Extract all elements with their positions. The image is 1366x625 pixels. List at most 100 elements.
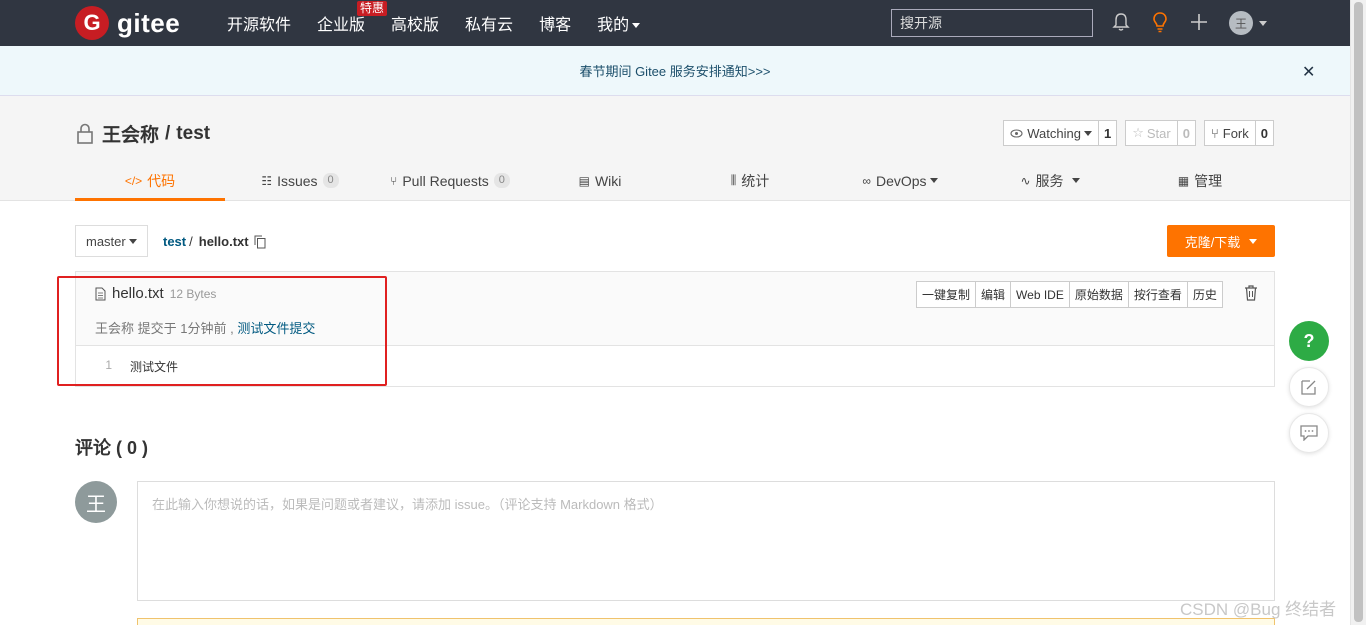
repo-header: 王会称 / test Watching 1 ☆ Star 0 ⑂ Fork 0 </…	[0, 96, 1350, 201]
commit-message-link[interactable]: 测试文件提交	[237, 321, 315, 336]
pull-request-icon: ⑂	[390, 173, 398, 188]
file-viewer: hello.txt 12 Bytes 王会称 提交于 1分钟前 , 测试文件提交…	[75, 271, 1275, 387]
web-ide-button[interactable]: Web IDE	[1011, 282, 1070, 307]
chat-button[interactable]	[1289, 413, 1329, 453]
breadcrumb: test / hello.txt	[163, 234, 266, 249]
feedback-button[interactable]	[1289, 367, 1329, 407]
watermark: CSDN @Bug 终结者	[1180, 600, 1337, 619]
blame-button[interactable]: 按行查看	[1129, 282, 1188, 307]
pulse-icon: ∿	[1020, 173, 1031, 188]
star-count[interactable]: 0	[1178, 121, 1195, 145]
tab-label: Issues	[277, 172, 318, 189]
tab-label: 统计	[741, 172, 770, 189]
fork-text: Fork	[1222, 125, 1249, 141]
star-icon: ☆	[1132, 125, 1144, 140]
nav-education[interactable]: 高校版	[391, 11, 439, 35]
commit-author-time: 王会称 提交于 1分钟前 ,	[95, 321, 234, 336]
file-toolbar: 一键复制 编辑 Web IDE 原始数据 按行查看 历史	[916, 281, 1223, 308]
notice-link[interactable]: 春节期间 Gitee 服务安排通知>>>	[579, 61, 770, 80]
breadcrumb-repo[interactable]: test	[163, 234, 186, 249]
tab-services[interactable]: ∿ 服务	[975, 160, 1125, 201]
chevron-down-icon	[128, 238, 137, 244]
nav-enterprise[interactable]: 企业版 特惠	[317, 1, 388, 35]
file-header: hello.txt 12 Bytes 王会称 提交于 1分钟前 , 测试文件提交…	[76, 272, 1274, 346]
nav-private-cloud[interactable]: 私有云	[465, 11, 513, 35]
tab-label: Wiki	[594, 172, 622, 189]
fork-label: ⑂ Fork	[1205, 121, 1256, 145]
raw-button[interactable]: 原始数据	[1070, 282, 1129, 307]
fork-button[interactable]: ⑂ Fork 0	[1203, 120, 1274, 146]
close-icon[interactable]: ✕	[1302, 62, 1315, 82]
main-nav: 开源软件 企业版 特惠 高校版 私有云 博客 我的	[227, 0, 666, 46]
line-number[interactable]: 1	[76, 358, 116, 375]
comments-title: 评论 ( 0 )	[75, 438, 149, 458]
edit-button[interactable]: 编辑	[976, 282, 1012, 307]
history-button[interactable]: 历史	[1188, 282, 1222, 307]
repo-title: 王会称 / test	[76, 120, 210, 147]
tab-stats[interactable]: ⫼ 统计	[675, 160, 825, 201]
branch-select[interactable]: master	[75, 225, 148, 257]
comment-textarea[interactable]	[137, 481, 1275, 601]
issues-count: 0	[322, 173, 339, 188]
star-label: ☆ Star	[1126, 121, 1178, 145]
watch-label: Watching	[1004, 121, 1099, 145]
tab-label: 管理	[1194, 172, 1223, 189]
nav-open-source[interactable]: 开源软件	[227, 11, 291, 35]
file-commit-info: 王会称 提交于 1分钟前 , 测试文件提交	[95, 318, 315, 337]
repo-tabs: </> 代码 ☷ Issues 0 ⑂ Pull Requests 0 ▤ Wi…	[75, 160, 1275, 201]
clone-label: 克隆/下载	[1184, 234, 1241, 250]
promo-badge: 特惠	[357, 1, 388, 16]
star-button[interactable]: ☆ Star 0	[1125, 120, 1196, 146]
file-title: hello.txt 12 Bytes	[95, 285, 216, 302]
repo-name[interactable]: test	[176, 123, 210, 145]
fork-count[interactable]: 0	[1256, 121, 1273, 145]
top-navbar: G gitee 开源软件 企业版 特惠 高校版 私有云 博客 我的 王	[0, 0, 1350, 46]
notice-bar: 春节期间 Gitee 服务安排通知>>> ✕	[0, 46, 1350, 96]
lightbulb-icon[interactable]	[1149, 11, 1171, 33]
nav-blog[interactable]: 博客	[539, 11, 571, 35]
tab-issues[interactable]: ☷ Issues 0	[225, 160, 375, 201]
eye-icon	[1010, 128, 1023, 138]
plus-icon[interactable]	[1188, 11, 1210, 33]
user-avatar[interactable]: 王	[1229, 11, 1253, 35]
watch-count[interactable]: 1	[1099, 121, 1116, 145]
tab-label: Pull Requests	[402, 172, 489, 189]
clone-download-button[interactable]: 克隆/下载	[1167, 225, 1275, 257]
chevron-down-icon	[1071, 178, 1080, 183]
file-name: hello.txt	[112, 285, 164, 302]
chevron-down-icon	[1083, 130, 1092, 136]
repo-owner[interactable]: 王会称	[102, 120, 159, 147]
search-input[interactable]	[891, 9, 1093, 37]
tab-code[interactable]: </> 代码	[75, 160, 225, 201]
code-icon: </>	[124, 173, 143, 188]
page-scrollbar[interactable]	[1350, 0, 1366, 625]
chevron-down-icon	[632, 23, 641, 29]
issues-icon: ☷	[261, 173, 273, 188]
trash-icon[interactable]	[1244, 285, 1258, 301]
repo-separator: /	[165, 122, 171, 144]
gitee-logo[interactable]: G gitee	[75, 6, 180, 40]
tab-label: DevOps	[875, 172, 927, 189]
breadcrumb-file: hello.txt	[198, 234, 249, 249]
watch-text: Watching	[1027, 125, 1081, 141]
copy-icon[interactable]	[254, 235, 266, 249]
file-size: 12 Bytes	[169, 286, 217, 301]
tab-devops[interactable]: ∞ DevOps	[825, 160, 975, 201]
tab-manage[interactable]: ▦ 管理	[1125, 160, 1275, 201]
chevron-down-icon[interactable]	[1259, 21, 1267, 26]
scrollbar-thumb[interactable]	[1354, 2, 1363, 622]
tab-label: 代码	[147, 172, 176, 189]
copy-all-button[interactable]: 一键复制	[917, 282, 977, 307]
chevron-down-icon	[929, 178, 938, 183]
edit-note-icon	[1301, 380, 1316, 395]
breadcrumb-separator: /	[189, 234, 193, 249]
help-button[interactable]: ?	[1289, 321, 1329, 361]
tab-pull-requests[interactable]: ⑂ Pull Requests 0	[375, 160, 525, 201]
star-text: Star	[1146, 125, 1171, 141]
watch-button[interactable]: Watching 1	[1003, 120, 1118, 146]
bell-icon[interactable]	[1110, 11, 1132, 33]
tab-wiki[interactable]: ▤ Wiki	[525, 160, 675, 201]
pr-count: 0	[493, 173, 510, 188]
nav-mine[interactable]: 我的	[597, 11, 641, 35]
infinity-icon: ∞	[862, 173, 871, 188]
